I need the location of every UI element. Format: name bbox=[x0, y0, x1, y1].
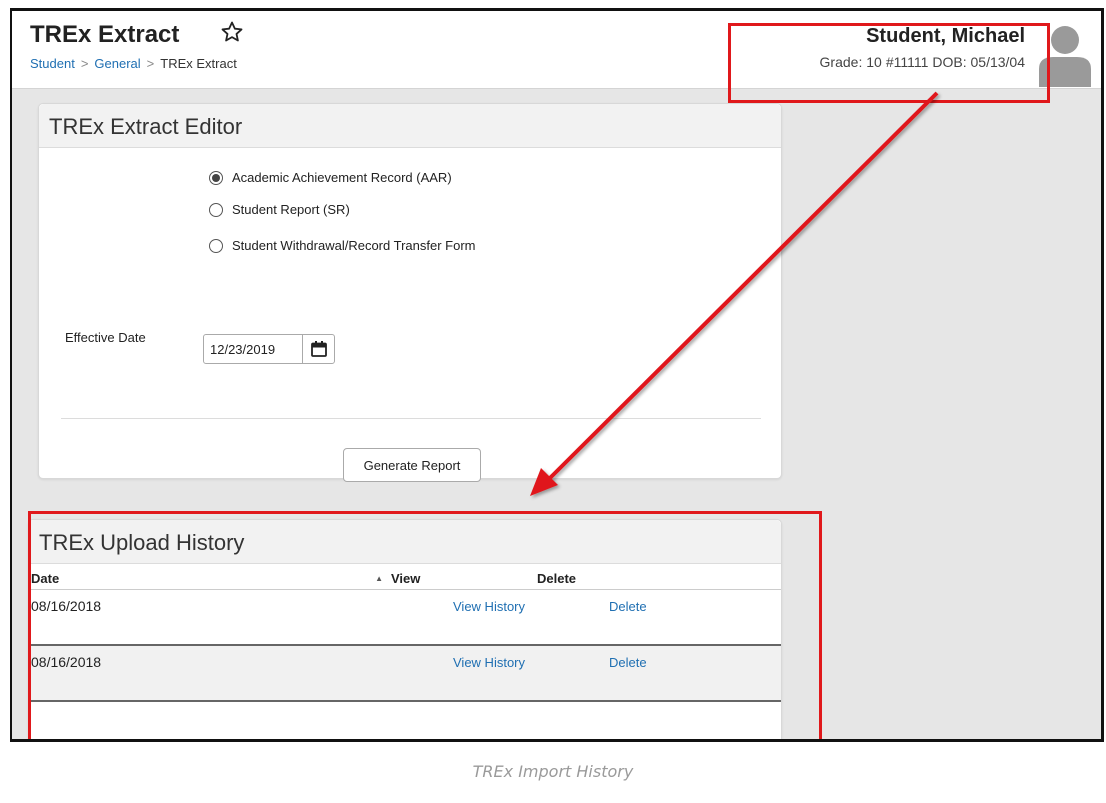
breadcrumb-current: TREx Extract bbox=[160, 56, 237, 71]
annotation-box-history bbox=[28, 511, 822, 739]
effective-date-field bbox=[203, 334, 335, 364]
divider bbox=[61, 418, 761, 419]
breadcrumb-separator-icon: > bbox=[80, 56, 89, 71]
screenshot-frame: TREx Extract Student > General > TREx Extrac… bbox=[10, 8, 1104, 742]
breadcrumb-general[interactable]: General bbox=[94, 56, 140, 71]
option-label: Student Withdrawal/Record Transfer Form bbox=[232, 238, 476, 253]
radio-icon[interactable] bbox=[209, 202, 223, 217]
option-label: Academic Achievement Record (AAR) bbox=[232, 170, 452, 185]
effective-date-input[interactable] bbox=[204, 335, 302, 363]
calendar-button[interactable] bbox=[302, 335, 334, 363]
option-aar[interactable]: Academic Achievement Record (AAR) bbox=[209, 170, 452, 185]
effective-date-label: Effective Date bbox=[65, 330, 146, 345]
figure-caption: TREx Import History bbox=[472, 762, 634, 781]
extract-editor-panel: TREx Extract Editor Academic Achievement… bbox=[38, 103, 782, 482]
star-icon[interactable] bbox=[220, 20, 244, 44]
calendar-icon bbox=[310, 341, 327, 357]
breadcrumb-separator-icon: > bbox=[146, 56, 155, 71]
radio-icon[interactable] bbox=[209, 238, 223, 253]
option-withdrawal-form[interactable]: Student Withdrawal/Record Transfer Form bbox=[209, 238, 475, 253]
radio-selected-icon[interactable] bbox=[209, 170, 223, 185]
option-label: Student Report (SR) bbox=[232, 202, 350, 217]
stage: TREx Extract Student > General > TREx Extrac… bbox=[0, 0, 1106, 803]
annotation-box-student bbox=[728, 23, 1050, 103]
page-title: TREx Extract bbox=[30, 21, 180, 48]
editor-title: TREx Extract Editor bbox=[39, 104, 781, 148]
generate-report-button[interactable]: Generate Report bbox=[343, 448, 481, 482]
breadcrumb-student[interactable]: Student bbox=[30, 56, 75, 71]
option-sr[interactable]: Student Report (SR) bbox=[209, 202, 350, 217]
breadcrumb: Student > General > TREx Extract bbox=[30, 56, 237, 71]
